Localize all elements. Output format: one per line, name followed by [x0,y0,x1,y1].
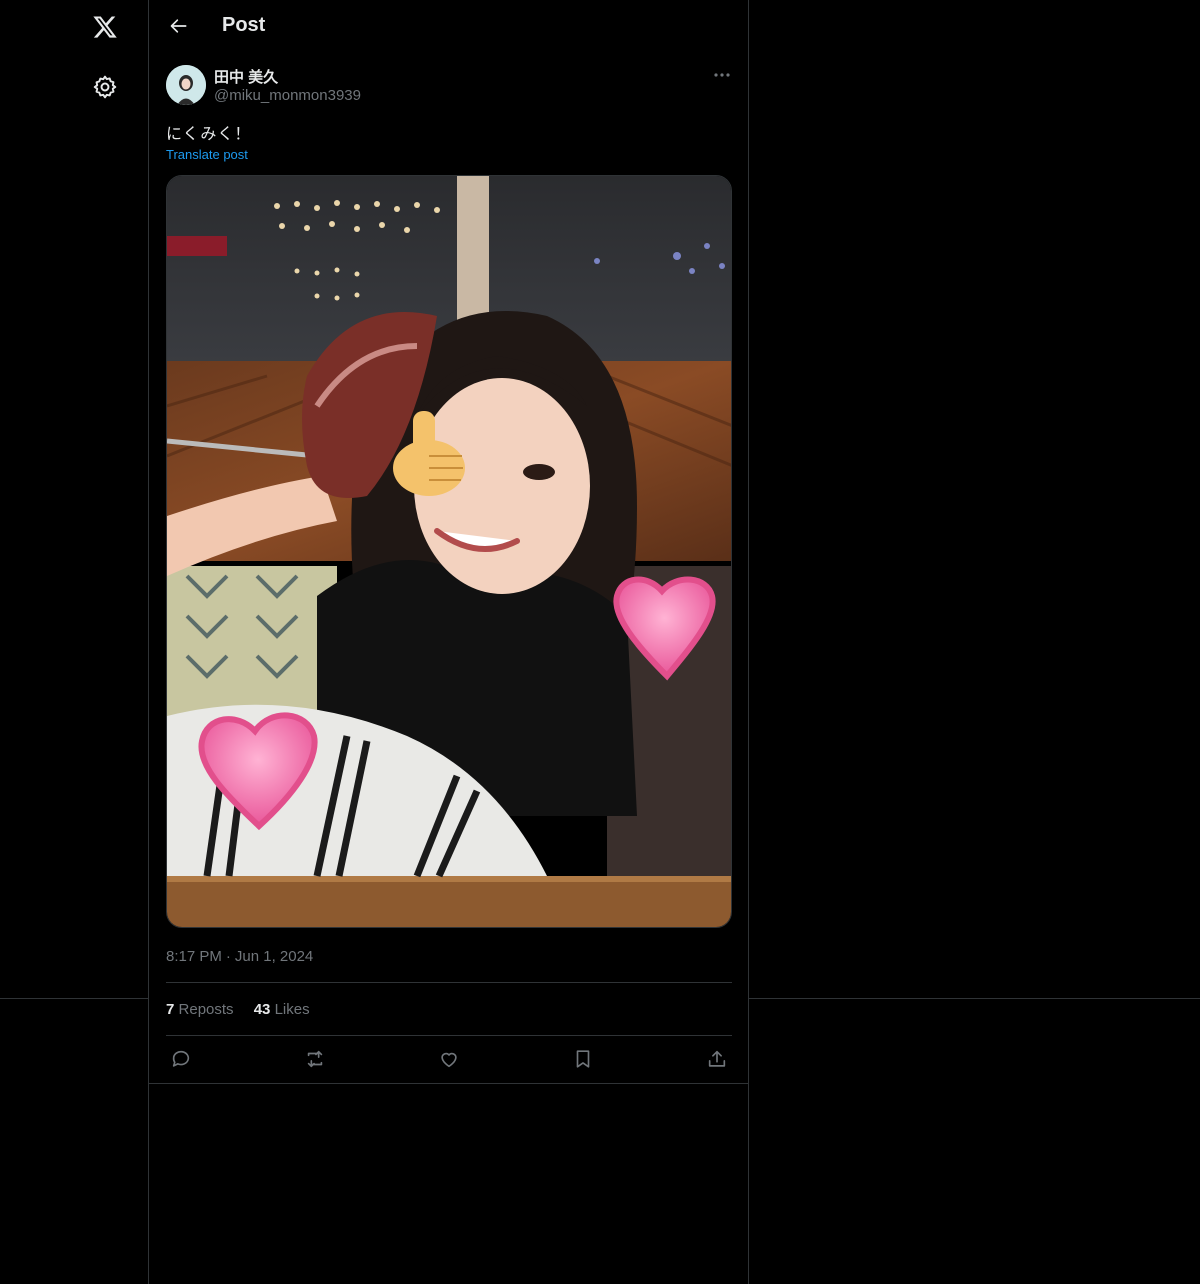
reply-icon[interactable] [166,1046,196,1072]
divider [166,982,732,983]
action-bar [149,1036,749,1084]
reposts-stat[interactable]: 7 Reposts [166,1001,234,1018]
gear-icon[interactable] [83,65,127,109]
repost-icon[interactable] [300,1046,330,1072]
post-date: Jun 1, 2024 [234,948,314,965]
arrow-left-icon[interactable] [161,8,197,44]
translate-post-link[interactable]: Translate post [166,147,248,162]
post-text: にくみく！ [166,126,252,143]
author-handle[interactable]: @miku_monmon3939 [214,87,361,104]
post-stats: 7 Reposts 43 Likes [166,1001,326,1018]
timestamp-separator: · [225,948,231,965]
post-time: 8:17 PM [166,948,222,965]
author-name[interactable]: 田中 美久 [214,66,278,87]
likes-label: Likes [274,1001,310,1018]
page-title: Post [222,14,266,36]
heart-icon[interactable] [434,1046,464,1072]
divider [149,1083,749,1084]
post-timestamp[interactable]: 8:17 PM · Jun 1, 2024 [166,948,313,965]
left-nav [0,0,149,1284]
likes-stat[interactable]: 43 Likes [254,1001,310,1018]
more-options-icon[interactable] [709,64,735,86]
main-column: Post 田中 美久 @miku_monmon3939 にくみく！ Transl… [149,0,749,1284]
avatar[interactable] [166,65,206,105]
app: Post 田中 美久 @miku_monmon3939 にくみく！ Transl… [0,0,1200,1284]
x-logo-icon[interactable] [83,5,127,49]
page-header: Post [149,0,749,53]
divider [749,998,1200,999]
divider [0,998,149,999]
reposts-label: Reposts [178,1001,234,1018]
likes-count: 43 [253,1001,271,1018]
share-icon[interactable] [702,1046,732,1072]
bookmark-icon[interactable] [568,1046,598,1072]
post-image[interactable] [166,175,732,928]
reposts-count: 7 [166,1001,175,1018]
